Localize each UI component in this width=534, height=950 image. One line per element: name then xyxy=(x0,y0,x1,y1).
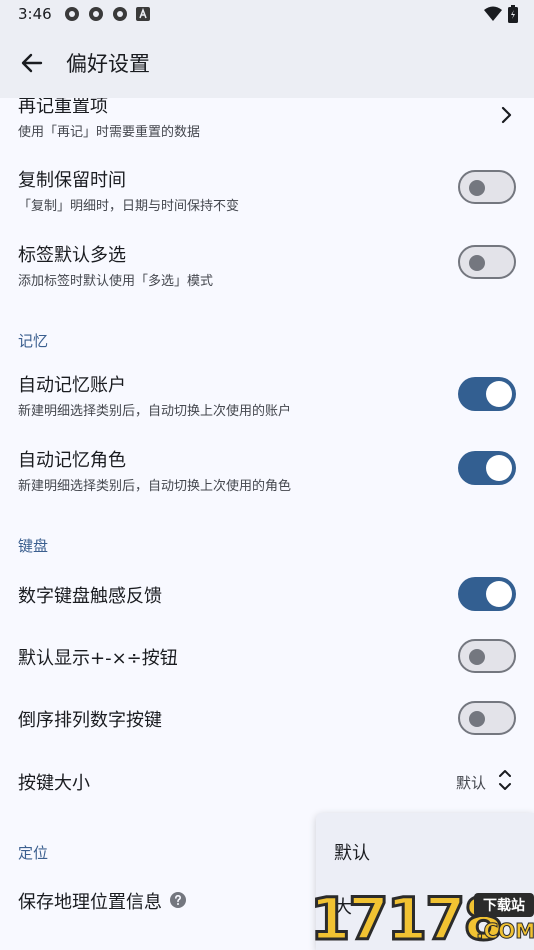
section-header-keyboard: 键盘 xyxy=(18,537,49,555)
chevron-right-icon xyxy=(501,106,512,124)
a-box-icon xyxy=(135,7,150,21)
section-header-location: 定位 xyxy=(18,844,49,862)
battery-icon xyxy=(508,5,518,23)
reverse-keys-item[interactable]: 倒序排列数字按键 xyxy=(0,692,534,746)
copy-keep-time-title: 复制保留时间 xyxy=(18,170,126,191)
key-size-dropdown-menu: 默认 大 xyxy=(316,813,534,950)
reverse-keys-title: 倒序排列数字按键 xyxy=(18,710,162,731)
auto-account-item[interactable]: 自动记忆账户 新建明细选择类别后，自动切换上次使用的账户 xyxy=(0,361,534,431)
unfold-icon xyxy=(499,770,511,790)
arrow-back-icon xyxy=(21,53,43,73)
section-header-memory: 记忆 xyxy=(18,332,49,350)
haptic-title: 数字键盘触感反馈 xyxy=(18,586,162,607)
menu-item-default[interactable]: 默认 xyxy=(334,839,370,865)
key-size-value: 默认 xyxy=(455,774,486,792)
save-location-title: 保存地理位置信息 xyxy=(18,892,162,913)
haptic-item[interactable]: 数字键盘触感反馈 xyxy=(0,568,534,622)
tag-multi-title: 标签默认多选 xyxy=(18,245,126,266)
record-reset-item[interactable]: 再记重置项 使用「再记」时需要重置的数据 xyxy=(0,98,534,152)
help-icon[interactable] xyxy=(170,892,186,908)
menu-item-large[interactable]: 大 xyxy=(334,893,352,919)
app-notification-icon xyxy=(88,7,103,21)
copy-keep-time-switch[interactable] xyxy=(458,170,516,204)
tag-multi-switch[interactable] xyxy=(458,245,516,279)
app-notification-icon xyxy=(64,7,79,21)
auto-role-subtitle: 新建明细选择类别后，自动切换上次使用的角色 xyxy=(18,479,292,494)
app-notification-icon xyxy=(112,7,127,21)
key-size-title: 按键大小 xyxy=(18,773,90,794)
auto-account-title: 自动记忆账户 xyxy=(18,375,126,396)
tag-multi-item[interactable]: 标签默认多选 添加标签时默认使用「多选」模式 xyxy=(0,231,534,301)
haptic-switch[interactable] xyxy=(458,577,516,611)
record-reset-subtitle: 使用「再记」时需要重置的数据 xyxy=(18,125,201,140)
back-button[interactable] xyxy=(8,39,56,87)
status-time: 3:46 xyxy=(18,5,52,23)
tag-multi-subtitle: 添加标签时默认使用「多选」模式 xyxy=(18,274,214,289)
auto-role-title: 自动记忆角色 xyxy=(18,450,126,471)
auto-role-item[interactable]: 自动记忆角色 新建明细选择类别后，自动切换上次使用的角色 xyxy=(0,436,534,506)
reverse-keys-switch[interactable] xyxy=(458,701,516,735)
copy-keep-time-item[interactable]: 复制保留时间 「复制」明细时，日期与时间保持不变 xyxy=(0,156,534,226)
auto-role-switch[interactable] xyxy=(458,451,516,485)
record-reset-title: 再记重置项 xyxy=(18,98,108,117)
copy-keep-time-subtitle: 「复制」明细时，日期与时间保持不变 xyxy=(18,199,240,214)
page-title: 偏好设置 xyxy=(66,52,150,76)
show-ops-switch[interactable] xyxy=(458,639,516,673)
app-bar: 偏好设置 xyxy=(0,28,534,98)
wifi-icon xyxy=(484,6,502,21)
status-system-icons xyxy=(484,5,518,23)
show-ops-title: 默认显示+-×÷按钮 xyxy=(18,648,178,669)
status-notification-icons xyxy=(64,6,150,22)
show-ops-item[interactable]: 默认显示+-×÷按钮 xyxy=(0,630,534,684)
auto-account-switch[interactable] xyxy=(458,377,516,411)
key-size-item[interactable]: 按键大小 默认 xyxy=(0,754,534,808)
auto-account-subtitle: 新建明细选择类别后，自动切换上次使用的账户 xyxy=(18,404,292,419)
status-bar: 3:46 xyxy=(0,0,534,28)
